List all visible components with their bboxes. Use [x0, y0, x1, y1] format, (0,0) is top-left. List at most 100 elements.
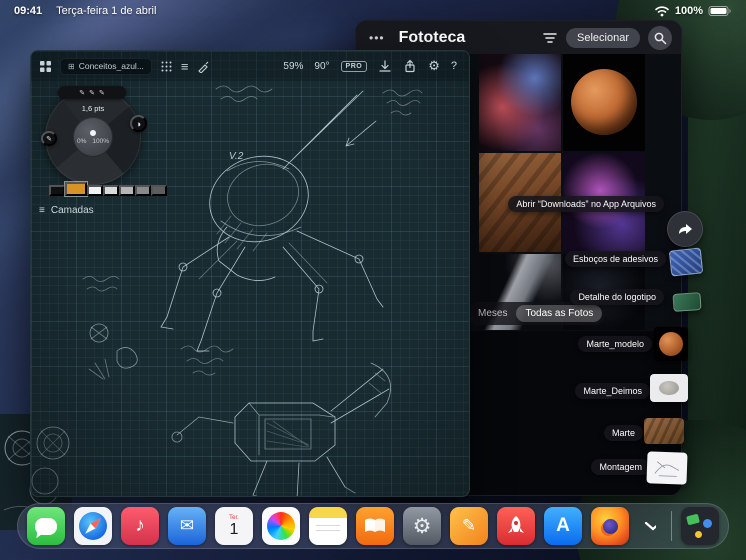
drag-thumb-montagem[interactable]	[646, 451, 688, 485]
search-icon[interactable]	[648, 25, 672, 50]
share-icon[interactable]	[403, 59, 417, 73]
drag-item-label-montagem: Montagem	[591, 459, 650, 475]
filter-icon[interactable]	[542, 31, 558, 45]
brush-tip-dot	[90, 129, 96, 136]
drag-item-label-stickers: Esboços de adesivos	[564, 251, 666, 267]
pen-tool-icon[interactable]: ✎	[79, 89, 85, 97]
share-forward-button[interactable]	[667, 211, 703, 247]
help-button[interactable]: ?	[451, 60, 457, 72]
dock-safari-icon[interactable]	[74, 507, 112, 545]
status-time: 09:41	[14, 5, 43, 17]
sketch-version-annotation: V.2	[229, 151, 244, 162]
dock-calendar-icon[interactable]: Ter. 1	[215, 507, 253, 545]
drag-hint-open-downloads: Abrir “Downloads” no App Arquivos	[508, 196, 664, 212]
note-line	[316, 530, 340, 531]
brush-preview[interactable]: 0% 100%	[73, 117, 113, 157]
document-title-pill[interactable]: ⊞ Conceitos_azul...	[60, 57, 152, 75]
note-line	[316, 525, 340, 526]
toolbar-right-group: 59% 90° PRO ⚙ ?	[283, 51, 457, 81]
photos-view-tabs: Meses Todas as Fotos	[466, 302, 606, 325]
swatch-dark-gray[interactable]	[151, 185, 167, 196]
battery-percent: 100%	[674, 5, 703, 17]
color-swatch-bar	[49, 181, 167, 197]
dot-grid-icon[interactable]	[160, 60, 173, 73]
dock-books-icon[interactable]	[356, 507, 394, 545]
opacity-range: 0% 100%	[77, 138, 109, 145]
status-left: 09:41 Terça-feira 1 de abril	[14, 5, 156, 17]
drag-item-label-marte-modelo: Marte_modelo	[578, 336, 652, 352]
status-date: Terça-feira 1 de abril	[56, 5, 157, 17]
dock-drawing-app-icon[interactable]: ✎	[450, 507, 488, 545]
document-title: Conceitos_azul...	[78, 61, 144, 71]
drag-thumb-marte-deimos[interactable]	[650, 374, 688, 402]
dock-rocket-app-icon[interactable]	[497, 507, 535, 545]
rocket-icon	[508, 516, 524, 533]
photos-title: Fototeca	[398, 28, 466, 46]
flower-icon	[267, 512, 295, 540]
compass-icon	[79, 512, 107, 540]
layers-panel-toggle[interactable]: ≡ Camadas	[39, 205, 94, 216]
photo-thumbnail-mars-planet[interactable]	[563, 54, 645, 151]
import-icon[interactable]	[378, 59, 392, 73]
dock-settings-icon[interactable]: ⚙	[403, 507, 441, 545]
swatch-black[interactable]	[49, 185, 65, 196]
game-shape-yellow	[695, 531, 702, 538]
drag-item-label-marte: Marte	[603, 425, 643, 441]
dock-recent-app-icon[interactable]	[681, 507, 719, 545]
pro-badge: PRO	[340, 60, 368, 72]
swatch-orange-selected[interactable]	[64, 181, 88, 197]
dock-notes-icon[interactable]	[309, 507, 347, 545]
tab-todas-as-fotos[interactable]: Todas as Fotos	[516, 305, 603, 322]
brush-size-value: 1,6 pts	[81, 104, 105, 113]
swatch-white[interactable]	[87, 185, 103, 196]
settings-gear-icon[interactable]: ⚙	[428, 58, 440, 74]
opacity-max: 100%	[92, 137, 110, 145]
pencil-tool-icon[interactable]: ✎	[89, 89, 95, 97]
dock-separator	[671, 511, 672, 541]
photo-thumbnail-nebula[interactable]	[479, 54, 561, 151]
brush-icon[interactable]	[197, 60, 210, 73]
layers-menu-icon: ≡	[39, 205, 45, 216]
dock-messages-icon[interactable]	[27, 507, 65, 545]
swatch-mid-gray[interactable]	[135, 185, 151, 196]
concepts-toolbar: ⊞ Conceitos_azul... ≡ 59% 90° PRO ⚙ ?	[31, 51, 469, 81]
wifi-icon	[655, 6, 669, 17]
status-bar: 09:41 Terça-feira 1 de abril 100%	[0, 0, 746, 22]
gallery-grid-icon[interactable]	[39, 60, 52, 73]
dock-mail-icon[interactable]: ✉	[168, 507, 206, 545]
dock: ♪ ✉ Ter. 1 ⚙ ✎ A	[17, 503, 729, 549]
dock-music-icon[interactable]: ♪	[121, 507, 159, 545]
drag-item-label-marte-deimos: Marte_Deimos	[575, 383, 650, 399]
swatch-light-gray[interactable]	[103, 185, 119, 196]
zoom-level[interactable]: 59%	[283, 61, 303, 72]
marker-tool-icon[interactable]: ✎	[99, 89, 105, 97]
select-button[interactable]: Selecionar	[566, 27, 640, 48]
drag-thumb-marte-modelo[interactable]	[654, 327, 688, 361]
music-note-icon: ♪	[135, 515, 145, 536]
battery-icon	[708, 6, 731, 16]
drag-thumb-sticker-sheet[interactable]	[668, 247, 704, 277]
game-shape-green	[686, 513, 700, 526]
status-right: 100%	[654, 5, 732, 17]
swatch-gray[interactable]	[119, 185, 135, 196]
envelope-icon: ✉	[179, 516, 195, 535]
dock-app-store-icon[interactable]: A	[544, 507, 582, 545]
drag-thumb-marte[interactable]	[644, 418, 684, 444]
dock-photos-icon[interactable]	[262, 507, 300, 545]
concepts-app-window: V.2 ⊞ Conceitos_azul... ≡ 59% 90° PRO ⚙ …	[30, 50, 470, 497]
blend-knob[interactable]: ◑	[130, 115, 147, 132]
open-book-icon	[365, 518, 385, 532]
tool-wheel[interactable]: ✎ ✎ ✎ 1,6 pts 0% 100% ✎ ◑	[41, 86, 147, 185]
window-controls-button[interactable]: •••	[365, 29, 389, 47]
rotation-value[interactable]: 90°	[314, 61, 329, 72]
calendar-day: 1	[229, 520, 239, 538]
dock-browser-icon[interactable]	[591, 507, 629, 545]
pencil-icon: ✎	[461, 516, 477, 535]
app-store-a-icon: A	[556, 515, 570, 536]
chevron-down-icon[interactable]	[638, 507, 662, 545]
drag-thumb-logo-detail[interactable]	[672, 292, 702, 312]
tool-slots[interactable]: ✎ ✎ ✎	[58, 86, 126, 99]
menu-icon[interactable]: ≡	[181, 59, 189, 74]
tab-meses[interactable]: Meses	[469, 305, 516, 322]
pen-knob[interactable]: ✎	[41, 131, 57, 146]
